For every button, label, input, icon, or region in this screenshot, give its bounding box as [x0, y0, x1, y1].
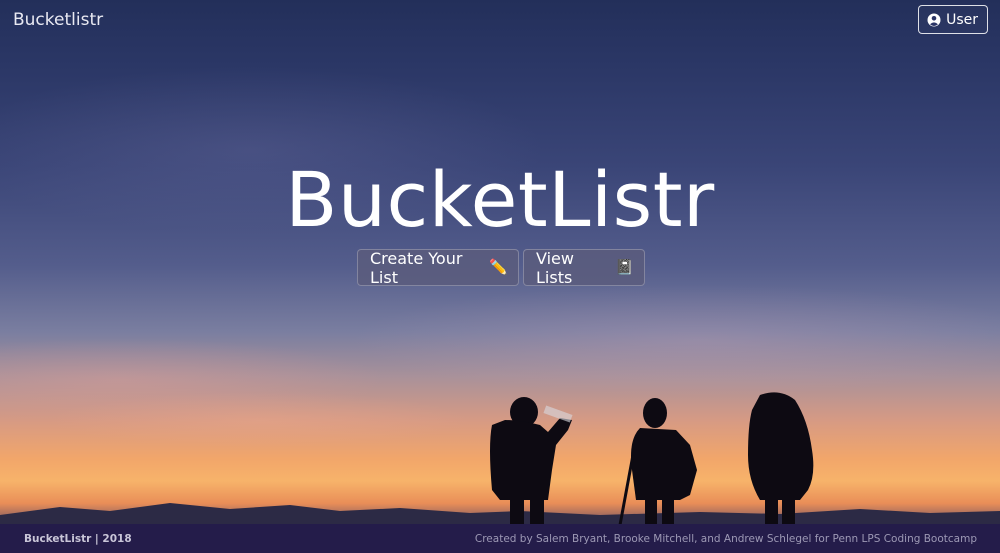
user-button[interactable]: User: [918, 5, 988, 34]
notebook-icon: 📓: [615, 258, 634, 276]
footer-credits: Created by Salem Bryant, Brooke Mitchell…: [474, 532, 977, 545]
pencil-icon: ✏️: [489, 258, 508, 276]
create-list-button[interactable]: Create Your List ✏️: [357, 248, 519, 287]
navbar-brand[interactable]: Bucketlistr: [13, 10, 103, 30]
create-list-label: Create Your List: [370, 248, 463, 287]
view-lists-button[interactable]: View Lists 📓: [523, 248, 645, 287]
footer-copyright: BucketListr | 2018: [24, 532, 132, 545]
hero-title: BucketListr: [285, 155, 715, 244]
mountain-silhouette: [0, 503, 1000, 525]
view-lists-label: View Lists: [536, 248, 574, 287]
hero-buttons: Create Your List ✏️ View Lists 📓: [357, 248, 645, 287]
user-button-label: User: [946, 11, 978, 28]
user-circle-icon: [927, 13, 941, 27]
footer: BucketListr | 2018 Created by Salem Brya…: [0, 524, 1000, 553]
